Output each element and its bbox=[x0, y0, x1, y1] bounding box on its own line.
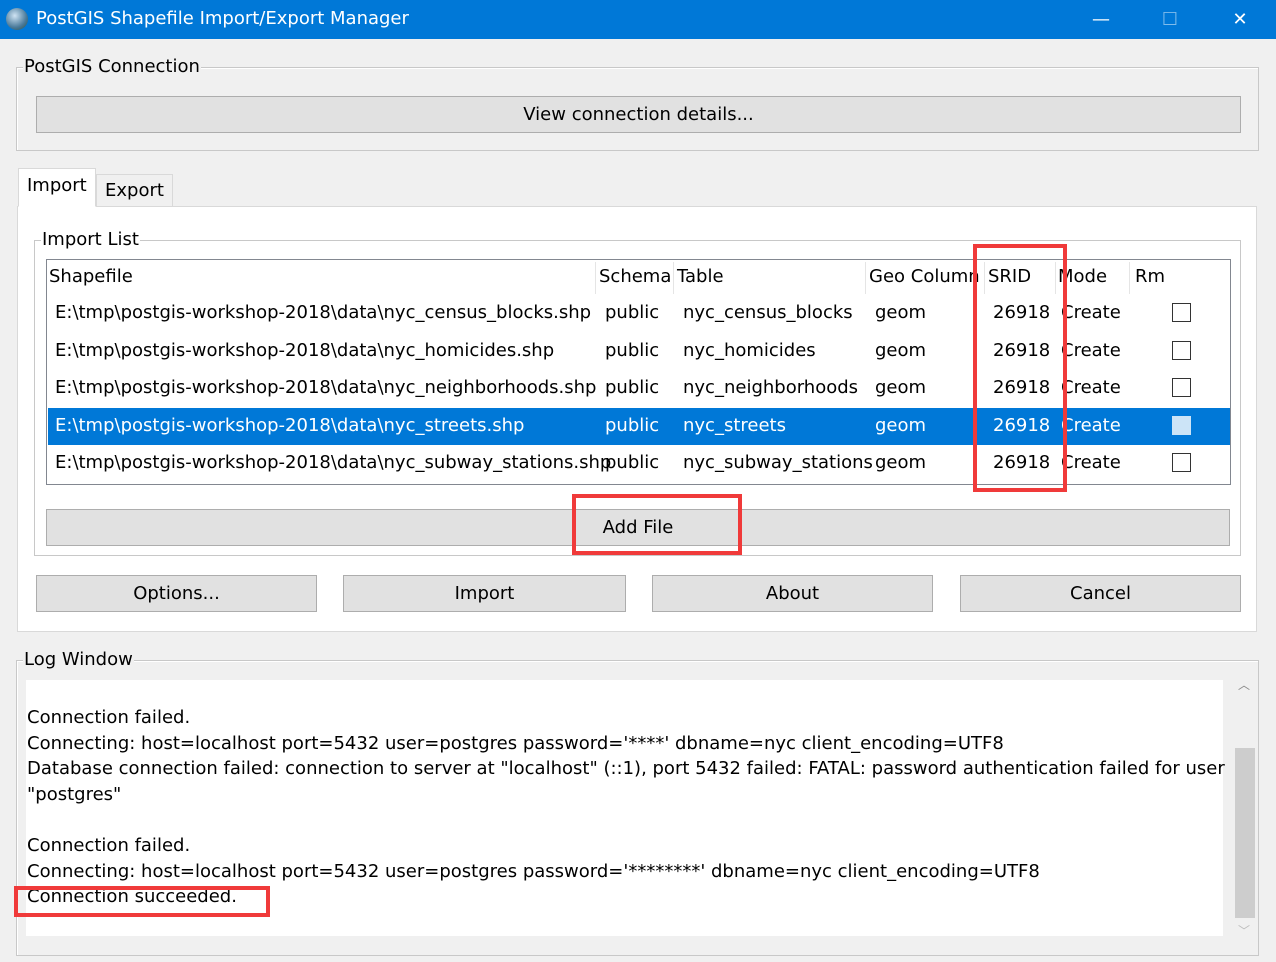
geo-column-cell: geom bbox=[875, 339, 927, 361]
log-line: "postgres" bbox=[27, 783, 122, 805]
log-line: Connection failed. bbox=[27, 835, 191, 856]
cancel-button[interactable]: Cancel bbox=[960, 575, 1241, 612]
title-bar: PostGIS Shapefile Import/Export Manager … bbox=[0, 0, 1276, 39]
schema-cell: public bbox=[605, 377, 660, 398]
rm-checkbox[interactable] bbox=[1172, 303, 1191, 322]
log-line: Connection failed. bbox=[27, 707, 191, 728]
log-line: Database connection failed: connection t… bbox=[27, 758, 1225, 780]
mode-cell: Create bbox=[1061, 414, 1121, 436]
import-list-label: Import List bbox=[41, 229, 140, 250]
table-cell: nyc_neighborhoods bbox=[683, 377, 859, 398]
log-scrollbar[interactable]: ︿ ﹀ bbox=[1234, 672, 1256, 942]
col-header-schema[interactable]: Schema bbox=[599, 266, 671, 287]
schema-cell: public bbox=[605, 339, 660, 361]
table-cell: nyc_census_blocks bbox=[683, 302, 853, 323]
table-cell: nyc_homicides bbox=[683, 339, 816, 361]
maximize-button[interactable]: ☐ bbox=[1147, 0, 1193, 39]
minimize-button[interactable]: — bbox=[1078, 0, 1124, 39]
shapefile-cell: E:\tmp\postgis-workshop-2018\data\nyc_ho… bbox=[55, 339, 555, 361]
rm-checkbox[interactable] bbox=[1172, 453, 1191, 472]
shapefile-cell: E:\tmp\postgis-workshop-2018\data\nyc_ce… bbox=[55, 302, 592, 323]
scroll-down-icon[interactable]: ﹀ bbox=[1238, 922, 1250, 939]
col-header-geo-column[interactable]: Geo Column bbox=[869, 266, 979, 287]
tab-export[interactable]: Export bbox=[96, 174, 173, 206]
mode-cell: Create bbox=[1061, 302, 1121, 323]
connection-succeeded-highlight-box bbox=[14, 886, 270, 917]
geo-column-cell: geom bbox=[875, 302, 927, 323]
col-header-table[interactable]: Table bbox=[677, 266, 724, 287]
schema-cell: public bbox=[605, 302, 660, 323]
mode-cell: Create bbox=[1061, 452, 1121, 473]
table-cell: nyc_subway_stations bbox=[683, 452, 873, 473]
window-title: PostGIS Shapefile Import/Export Manager bbox=[36, 8, 409, 29]
close-button[interactable]: ✕ bbox=[1217, 0, 1263, 39]
connection-group-label: PostGIS Connection bbox=[23, 56, 201, 77]
table-cell: nyc_streets bbox=[683, 414, 786, 436]
schema-cell: public bbox=[605, 414, 660, 436]
geo-column-cell: geom bbox=[875, 414, 927, 436]
scrollbar-thumb[interactable] bbox=[1235, 748, 1255, 918]
col-header-rm[interactable]: Rm bbox=[1135, 266, 1165, 287]
col-header-mode[interactable]: Mode bbox=[1058, 266, 1128, 287]
rm-checkbox[interactable] bbox=[1172, 378, 1191, 397]
shapefile-cell: E:\tmp\postgis-workshop-2018\data\nyc_su… bbox=[55, 452, 612, 473]
tab-import[interactable]: Import bbox=[18, 168, 96, 207]
geo-column-cell: geom bbox=[875, 452, 927, 473]
schema-cell: public bbox=[605, 452, 660, 473]
add-file-highlight-box bbox=[572, 494, 742, 555]
shapefile-cell: E:\tmp\postgis-workshop-2018\data\nyc_ne… bbox=[55, 377, 597, 398]
rm-checkbox[interactable] bbox=[1172, 415, 1191, 435]
rm-checkbox[interactable] bbox=[1172, 340, 1191, 360]
col-header-shapefile[interactable]: Shapefile bbox=[49, 266, 133, 287]
log-line: Connecting: host=localhost port=5432 use… bbox=[27, 732, 1004, 754]
view-connection-details-button[interactable]: View connection details... bbox=[36, 96, 1241, 133]
log-group-label: Log Window bbox=[23, 649, 134, 670]
shapefile-cell: E:\tmp\postgis-workshop-2018\data\nyc_st… bbox=[55, 414, 525, 436]
about-button[interactable]: About bbox=[652, 575, 933, 612]
geo-column-cell: geom bbox=[875, 377, 927, 398]
options-button[interactable]: Options... bbox=[36, 575, 317, 612]
app-globe-icon bbox=[6, 8, 28, 30]
import-button[interactable]: Import bbox=[343, 575, 626, 612]
mode-cell: Create bbox=[1061, 339, 1121, 361]
log-line: Connecting: host=localhost port=5432 use… bbox=[27, 860, 1040, 882]
scroll-up-icon[interactable]: ︿ bbox=[1238, 676, 1250, 693]
srid-highlight-box bbox=[973, 244, 1067, 492]
mode-cell: Create bbox=[1061, 377, 1121, 398]
